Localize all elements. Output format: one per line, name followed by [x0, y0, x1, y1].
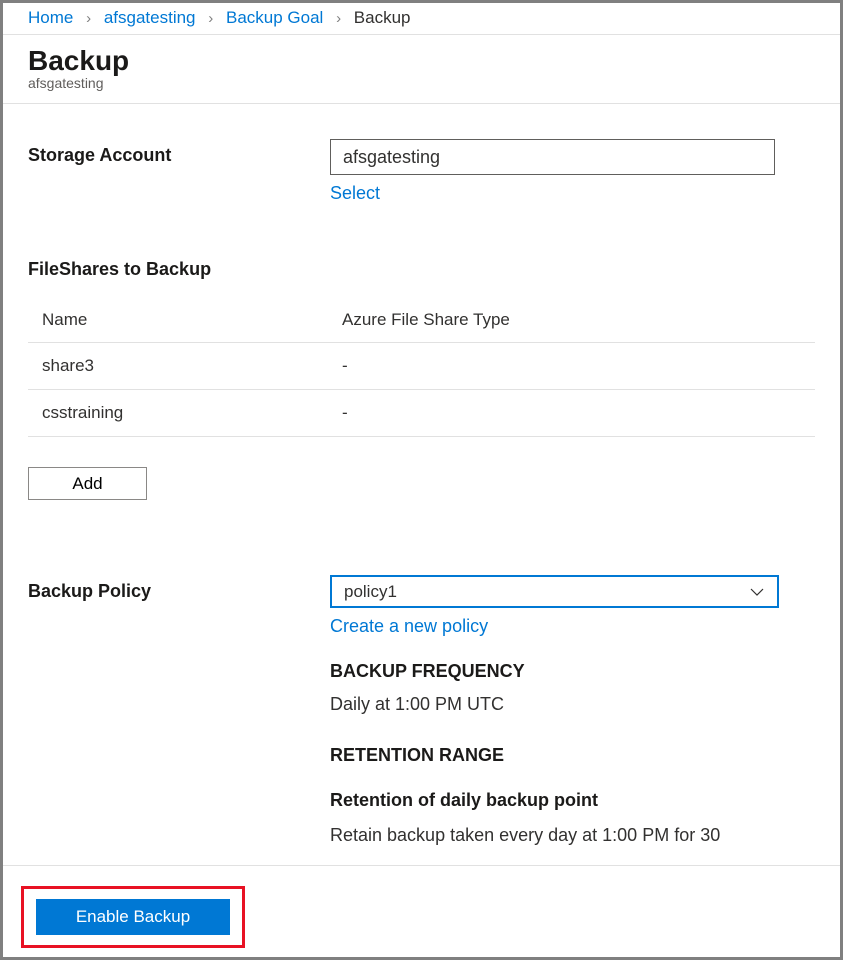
retention-range-heading: RETENTION RANGE: [330, 745, 815, 766]
storage-account-label: Storage Account: [28, 139, 330, 166]
policy-dropdown[interactable]: policy1: [330, 575, 779, 608]
fileshare-type: -: [328, 390, 815, 437]
enable-backup-button[interactable]: Enable Backup: [36, 899, 230, 935]
fileshare-type: -: [328, 343, 815, 390]
retention-daily-value: Retain backup taken every day at 1:00 PM…: [330, 825, 815, 846]
create-policy-link[interactable]: Create a new policy: [330, 616, 488, 637]
chevron-right-icon: ›: [336, 10, 341, 27]
page-header: Backup afsgatesting: [3, 35, 840, 104]
breadcrumb-home[interactable]: Home: [28, 8, 73, 27]
policy-details: BACKUP FREQUENCY Daily at 1:00 PM UTC RE…: [330, 661, 815, 846]
policy-selected-value: policy1: [344, 582, 397, 602]
fileshares-table: Name Azure File Share Type share3 - csst…: [28, 300, 815, 437]
fileshares-heading: FileShares to Backup: [28, 259, 815, 280]
storage-account-field: Storage Account Select: [28, 139, 815, 204]
add-button[interactable]: Add: [28, 467, 147, 500]
footer-bar: Enable Backup: [3, 865, 840, 957]
table-row: share3 -: [28, 343, 815, 390]
storage-account-input[interactable]: [330, 139, 775, 175]
column-header-name: Name: [28, 300, 328, 343]
breadcrumb-goal[interactable]: Backup Goal: [226, 8, 323, 27]
chevron-right-icon: ›: [86, 10, 91, 27]
retention-daily-heading: Retention of daily backup point: [330, 790, 815, 811]
highlight-annotation: Enable Backup: [21, 886, 245, 948]
table-row: csstraining -: [28, 390, 815, 437]
column-header-type: Azure File Share Type: [328, 300, 815, 343]
select-storage-link[interactable]: Select: [330, 183, 380, 204]
fileshare-name: share3: [28, 343, 328, 390]
page-subtitle: afsgatesting: [28, 75, 815, 91]
backup-frequency-heading: BACKUP FREQUENCY: [330, 661, 815, 682]
chevron-right-icon: ›: [208, 10, 213, 27]
fileshare-name: csstraining: [28, 390, 328, 437]
page-title: Backup: [28, 45, 815, 77]
backup-policy-label: Backup Policy: [28, 575, 330, 602]
chevron-down-icon: [749, 584, 765, 600]
breadcrumb: Home › afsgatesting › Backup Goal › Back…: [3, 3, 840, 35]
main-content: Storage Account Select FileShares to Bac…: [3, 104, 840, 846]
backup-policy-section: Backup Policy policy1 Create a new polic…: [28, 575, 815, 846]
breadcrumb-current: Backup: [354, 8, 411, 27]
backup-frequency-value: Daily at 1:00 PM UTC: [330, 694, 815, 715]
breadcrumb-resource[interactable]: afsgatesting: [104, 8, 196, 27]
